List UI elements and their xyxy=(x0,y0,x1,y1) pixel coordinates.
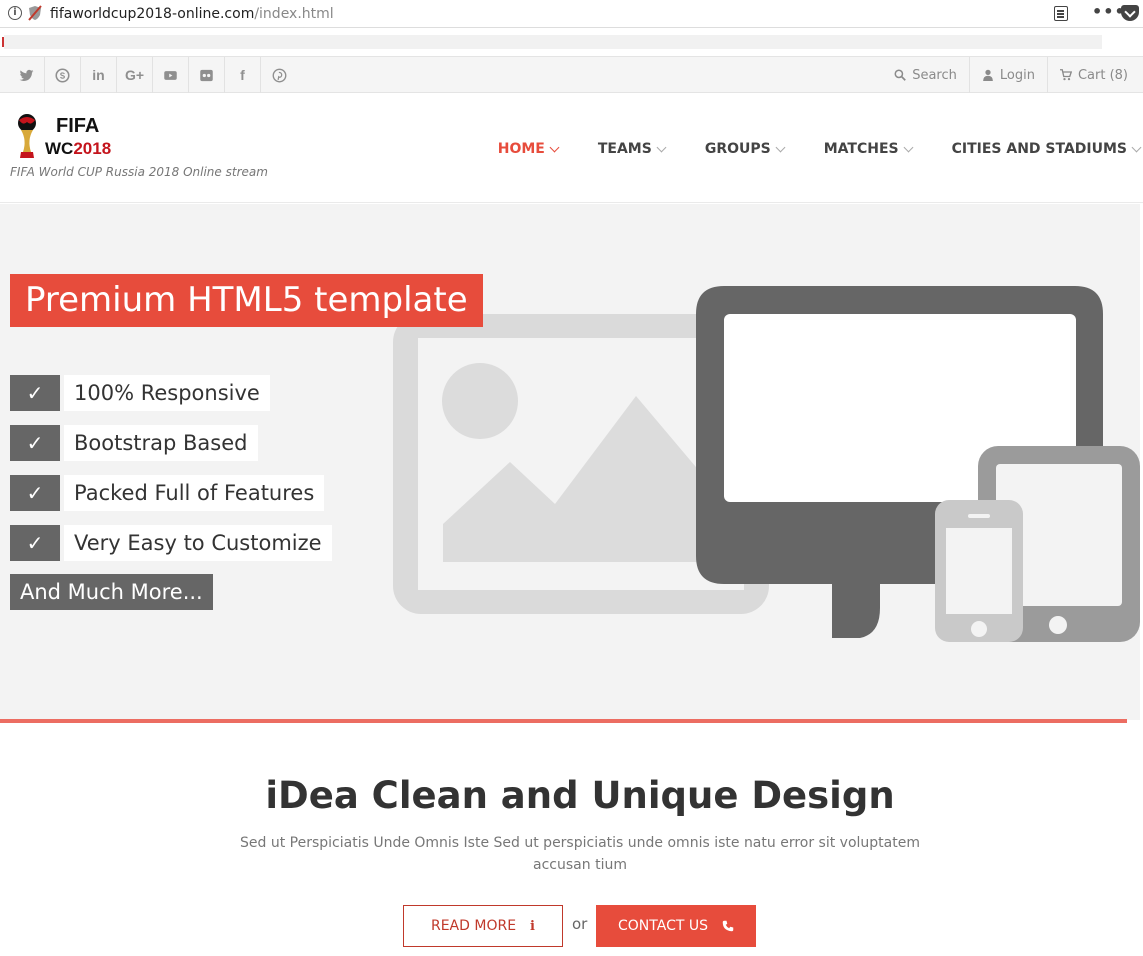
read-more-button[interactable]: READ MORE i xyxy=(403,905,563,947)
nav-cities-label: CITIES AND STADIUMS xyxy=(951,141,1127,157)
feature-label: 100% Responsive xyxy=(64,375,270,411)
feature-label: Bootstrap Based xyxy=(64,425,258,461)
nav-cities-and-stadiums[interactable]: CITIES AND STADIUMS xyxy=(951,141,1142,157)
phone-icon xyxy=(722,920,734,932)
chevron-down-icon xyxy=(1131,142,1142,152)
info-icon: i xyxy=(530,918,535,934)
checkmark-icon: ✓ xyxy=(10,475,60,511)
contact-us-label: CONTACT US xyxy=(618,918,708,934)
pocket-icon[interactable] xyxy=(1121,5,1139,21)
nav-teams[interactable]: TEAMS xyxy=(597,141,667,157)
google-plus-icon[interactable]: G+ xyxy=(117,57,153,93)
flickr-icon[interactable] xyxy=(189,57,225,93)
feature-item: ✓ 100% Responsive xyxy=(10,375,270,411)
logo-text-fifa[interactable]: FIFA xyxy=(56,115,99,138)
login-label: Login xyxy=(999,67,1035,83)
browser-address-bar: i fifaworldcup2018-online.com/index.html… xyxy=(0,0,1143,28)
feature-item: ✓ Packed Full of Features xyxy=(10,475,325,511)
checkmark-icon: ✓ xyxy=(10,375,60,411)
contact-us-button[interactable]: CONTACT US xyxy=(596,905,756,947)
feature-label: Packed Full of Features xyxy=(64,475,325,511)
top-utility-bar: in G+ f Search Login Cart (8) xyxy=(0,56,1143,93)
section-title: iDea Clean and Unique Design xyxy=(265,774,895,817)
logo-wc-label: WC xyxy=(45,139,74,158)
skype-icon[interactable] xyxy=(45,57,81,93)
bookmarks-bar xyxy=(0,29,1143,56)
or-separator: or xyxy=(572,915,588,933)
logo-year: 2018 xyxy=(73,139,112,158)
world-cup-trophy-logo-icon[interactable] xyxy=(14,112,40,160)
checkmark-icon: ✓ xyxy=(10,425,60,461)
chevron-down-icon xyxy=(656,142,667,152)
feature-item: ✓ Very Easy to Customize xyxy=(10,525,332,561)
logo-text-wc[interactable]: WC2018 xyxy=(45,139,111,159)
cart-link[interactable]: Cart (8) xyxy=(1046,57,1140,93)
nav-matches[interactable]: MATCHES xyxy=(823,141,914,157)
social-links: in G+ f xyxy=(9,57,297,93)
shield-icon[interactable] xyxy=(28,5,42,21)
chevron-down-icon xyxy=(775,142,786,152)
cart-icon xyxy=(1059,69,1072,81)
chevron-down-icon xyxy=(549,142,560,152)
nav-home-label: HOME xyxy=(497,141,545,157)
chevron-down-icon xyxy=(903,142,914,152)
url-host: fifaworldcup2018-online.com xyxy=(50,6,255,22)
bookmarks-strip xyxy=(4,35,1102,49)
section-description: Sed ut Perspiciatis Unde Omnis Iste Sed … xyxy=(240,835,920,873)
youtube-icon[interactable] xyxy=(153,57,189,93)
read-more-label: READ MORE xyxy=(430,918,517,934)
search-link[interactable]: Search xyxy=(882,57,969,93)
pinterest-icon[interactable] xyxy=(261,57,297,93)
user-icon xyxy=(983,69,993,81)
url-text[interactable]: fifaworldcup2018-online.com/index.html xyxy=(50,6,334,22)
checkmark-icon: ✓ xyxy=(10,525,60,561)
search-label: Search xyxy=(912,67,957,83)
hero-accent-line xyxy=(0,719,1127,723)
hero-more-label: And Much More... xyxy=(10,574,213,610)
reader-view-icon[interactable] xyxy=(1054,6,1068,21)
facebook-icon[interactable]: f xyxy=(225,57,261,93)
nav-matches-label: MATCHES xyxy=(823,141,899,157)
hero-title: Premium HTML5 template xyxy=(10,274,483,327)
main-nav: HOME TEAMS GROUPS MATCHES CITIES AND STA… xyxy=(458,141,1142,157)
nav-teams-label: TEAMS xyxy=(597,141,652,157)
site-tagline: FIFA World CUP Russia 2018 Online stream xyxy=(10,165,268,179)
hero-slider: Premium HTML5 template ✓ 100% Responsive… xyxy=(0,204,1140,720)
feature-label: Very Easy to Customize xyxy=(64,525,332,561)
search-icon xyxy=(894,69,907,81)
phone-icon xyxy=(935,500,1023,642)
url-path: /index.html xyxy=(254,6,334,22)
feature-item: ✓ Bootstrap Based xyxy=(10,425,258,461)
linkedin-icon[interactable]: in xyxy=(81,57,117,93)
utility-links: Search Login Cart (8) xyxy=(882,57,1140,93)
nav-groups-label: GROUPS xyxy=(704,141,771,157)
twitter-icon[interactable] xyxy=(9,57,45,93)
login-link[interactable]: Login xyxy=(968,57,1047,93)
nav-home[interactable]: HOME xyxy=(497,141,560,157)
site-header: FIFA WC2018 FIFA World CUP Russia 2018 O… xyxy=(0,93,1143,203)
nav-groups[interactable]: GROUPS xyxy=(704,141,786,157)
cart-label: Cart (8) xyxy=(1077,67,1128,83)
info-icon[interactable]: i xyxy=(8,6,22,20)
